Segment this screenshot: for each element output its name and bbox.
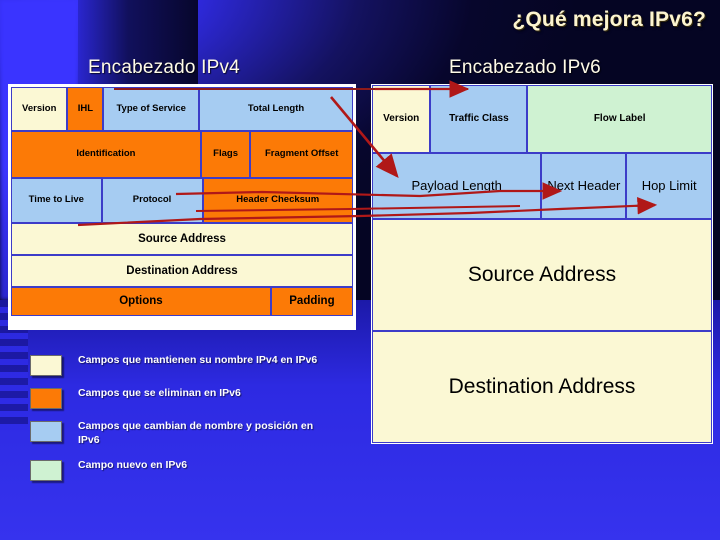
ipv4-field-row: Options Padding [11, 287, 353, 316]
field-padding: Padding [270, 287, 353, 316]
field-options: Options [11, 287, 271, 316]
field-flow-label: Flow Label [527, 85, 712, 153]
field-version: Version [372, 85, 431, 153]
ipv4-field-row: Destination Address [11, 255, 353, 287]
ipv4-field-row: Version IHL Type of Service Total Length [11, 87, 353, 131]
field-traffic-class: Traffic Class [430, 85, 528, 153]
legend-swatch-renamed [30, 421, 62, 442]
field-identification: Identification [11, 131, 201, 178]
legend-item: Campos que cambian de nombre y posición … [30, 420, 330, 448]
ipv6-field-row: Source Address [372, 219, 712, 331]
ipv4-field-row: Time to Live Protocol Header Checksum [11, 178, 353, 223]
field-protocol: Protocol [101, 178, 203, 223]
field-flags: Flags [200, 131, 251, 178]
ipv4-field-row: Identification Flags Fragment Offset [11, 131, 353, 178]
legend-label: Campos que mantienen su nombre IPv4 en I… [78, 354, 318, 366]
legend-label: Campo nuevo en IPv6 [78, 458, 188, 471]
field-ihl: IHL [67, 87, 104, 131]
field-type-of-service: Type of Service [103, 87, 200, 131]
legend-item: Campos que mantienen su nombre IPv4 en I… [30, 354, 330, 376]
ipv6-field-row: Destination Address [372, 331, 712, 443]
legend-item: Campo nuevo en IPv6 [30, 459, 330, 481]
ipv6-field-row: Payload Length Next Header Hop Limit [372, 153, 712, 219]
ipv4-field-row: Source Address [11, 223, 353, 255]
field-hop-limit: Hop Limit [626, 153, 712, 219]
slide-title: ¿Qué mejora IPv6? [512, 8, 706, 31]
ipv6-field-row: Version Traffic Class Flow Label [372, 85, 712, 153]
field-fragment-offset: Fragment Offset [250, 131, 353, 178]
field-time-to-live: Time to Live [11, 178, 102, 223]
field-total-length: Total Length [199, 87, 353, 131]
slide-canvas: ¿Qué mejora IPv6? Encabezado IPv4 Encabe… [0, 0, 720, 540]
legend-swatch-keep [30, 355, 62, 376]
field-version: Version [11, 87, 68, 131]
legend-swatch-new [30, 459, 62, 481]
field-source-address: Source Address [11, 223, 353, 255]
ipv6-header-title: Encabezado IPv6 [449, 57, 601, 78]
field-payload-length: Payload Length [372, 153, 542, 219]
field-source-address: Source Address [372, 219, 712, 331]
legend-label: Campos que se eliminan en IPv6 [78, 387, 241, 399]
ipv6-header-diagram: Version Traffic Class Flow Label Payload Le… [371, 84, 713, 444]
ipv4-header-diagram: Version IHL Type of Service Total Length Ide… [8, 84, 356, 330]
legend: Campos que mantienen su nombre IPv4 en I… [30, 354, 330, 492]
field-next-header: Next Header [541, 153, 627, 219]
legend-item: Campos que se eliminan en IPv6 [30, 387, 330, 409]
field-header-checksum: Header Checksum [202, 178, 353, 223]
field-destination-address: Destination Address [372, 331, 712, 443]
field-destination-address: Destination Address [11, 255, 353, 287]
legend-label: Campos que cambian de nombre y posición … [78, 420, 314, 446]
ipv4-header-title: Encabezado IPv4 [88, 57, 240, 78]
legend-swatch-removed [30, 388, 62, 409]
